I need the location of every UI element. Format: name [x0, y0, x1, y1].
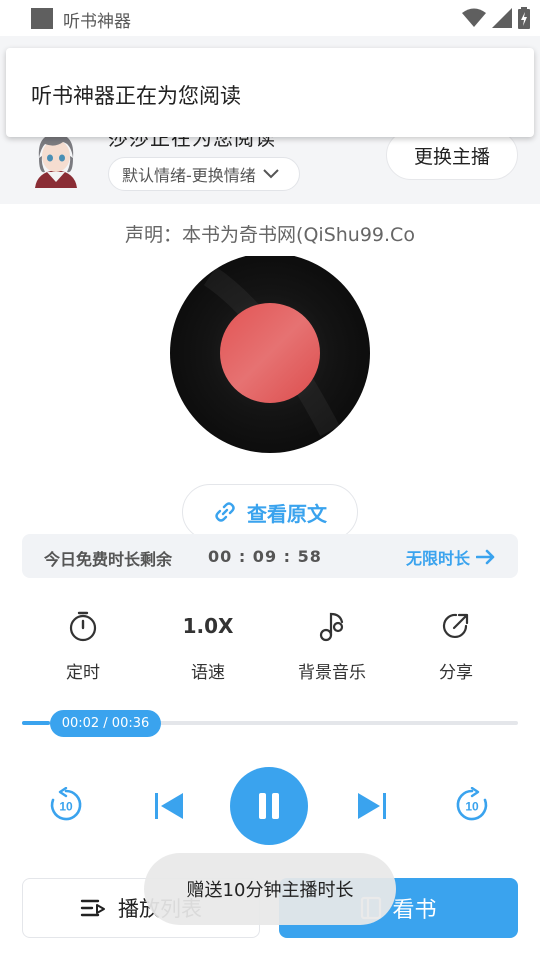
change-anchor-button[interactable]: 更换主播 — [386, 130, 518, 180]
pause-button[interactable] — [230, 767, 308, 845]
wifi-icon — [462, 8, 486, 27]
notification-text: 听书神器正在为您阅读 — [31, 84, 241, 108]
link-icon — [215, 502, 235, 522]
timer-icon — [69, 611, 97, 642]
progress-time-label[interactable]: 00:02 / 00:36 — [50, 710, 161, 737]
free-time-bar: 今日免费时长剩余 00 : 09 : 58 无限时长 — [22, 534, 518, 578]
disclaimer-text: 声明：本书为奇书网(QiShu99.Co — [125, 224, 415, 246]
free-time-label: 今日免费时长剩余 — [44, 550, 173, 569]
chevron-down-icon — [263, 169, 279, 179]
view-original-label: 查看原文 — [247, 501, 327, 526]
bg-music-button[interactable]: 背景音乐 — [282, 606, 382, 686]
unlimited-time-label: 无限时长 — [405, 549, 470, 568]
share-label: 分享 — [439, 663, 473, 683]
timer-label: 定时 — [66, 663, 100, 683]
signal-icon — [492, 8, 512, 28]
replay-10-icon: 10 — [50, 787, 82, 821]
arrow-right-icon — [476, 549, 495, 565]
next-track-button[interactable] — [352, 786, 392, 826]
view-original-button[interactable]: 查看原文 — [182, 484, 358, 540]
rewind-10-button[interactable]: 10 — [46, 785, 86, 825]
forward-10-button[interactable]: 10 — [452, 785, 492, 825]
battery-icon — [518, 7, 530, 29]
skip-previous-icon — [155, 793, 183, 819]
speed-value: 1.0X — [182, 614, 234, 638]
vinyl-record — [170, 256, 370, 453]
emotion-label: 默认情绪-更换情绪 — [122, 166, 256, 185]
share-icon — [442, 613, 469, 638]
previous-track-button[interactable] — [149, 786, 189, 826]
progress-fill — [22, 721, 50, 725]
music-note-icon — [319, 612, 344, 642]
app-icon — [31, 8, 53, 29]
read-book-label: 看书 — [392, 898, 437, 923]
avatar[interactable] — [27, 128, 85, 188]
forward-10-icon: 10 — [456, 787, 488, 821]
unlimited-time-link[interactable]: 无限时长 — [406, 545, 496, 569]
speed-label: 语速 — [191, 663, 225, 683]
rewind-seconds: 10 — [59, 800, 73, 814]
emotion-selector[interactable]: 默认情绪-更换情绪 — [108, 157, 300, 191]
toast-message: 赠送10分钟主播时长 — [144, 853, 396, 925]
forward-seconds: 10 — [465, 800, 479, 814]
status-icons — [462, 7, 530, 29]
skip-next-icon — [358, 793, 386, 819]
timer-button[interactable]: 定时 — [33, 606, 133, 686]
share-button[interactable]: 分享 — [406, 606, 506, 686]
speed-button[interactable]: 1.0X 语速 — [158, 606, 258, 686]
status-app-title: 听书神器 — [63, 12, 131, 32]
playlist-icon — [80, 899, 105, 917]
bg-music-label: 背景音乐 — [298, 663, 366, 683]
status-bar: 听书神器 — [0, 0, 540, 36]
free-time-remaining: 00 : 09 : 58 — [208, 547, 322, 566]
notification-card[interactable]: 听书神器正在为您阅读 — [6, 48, 534, 137]
pause-icon — [259, 793, 279, 819]
